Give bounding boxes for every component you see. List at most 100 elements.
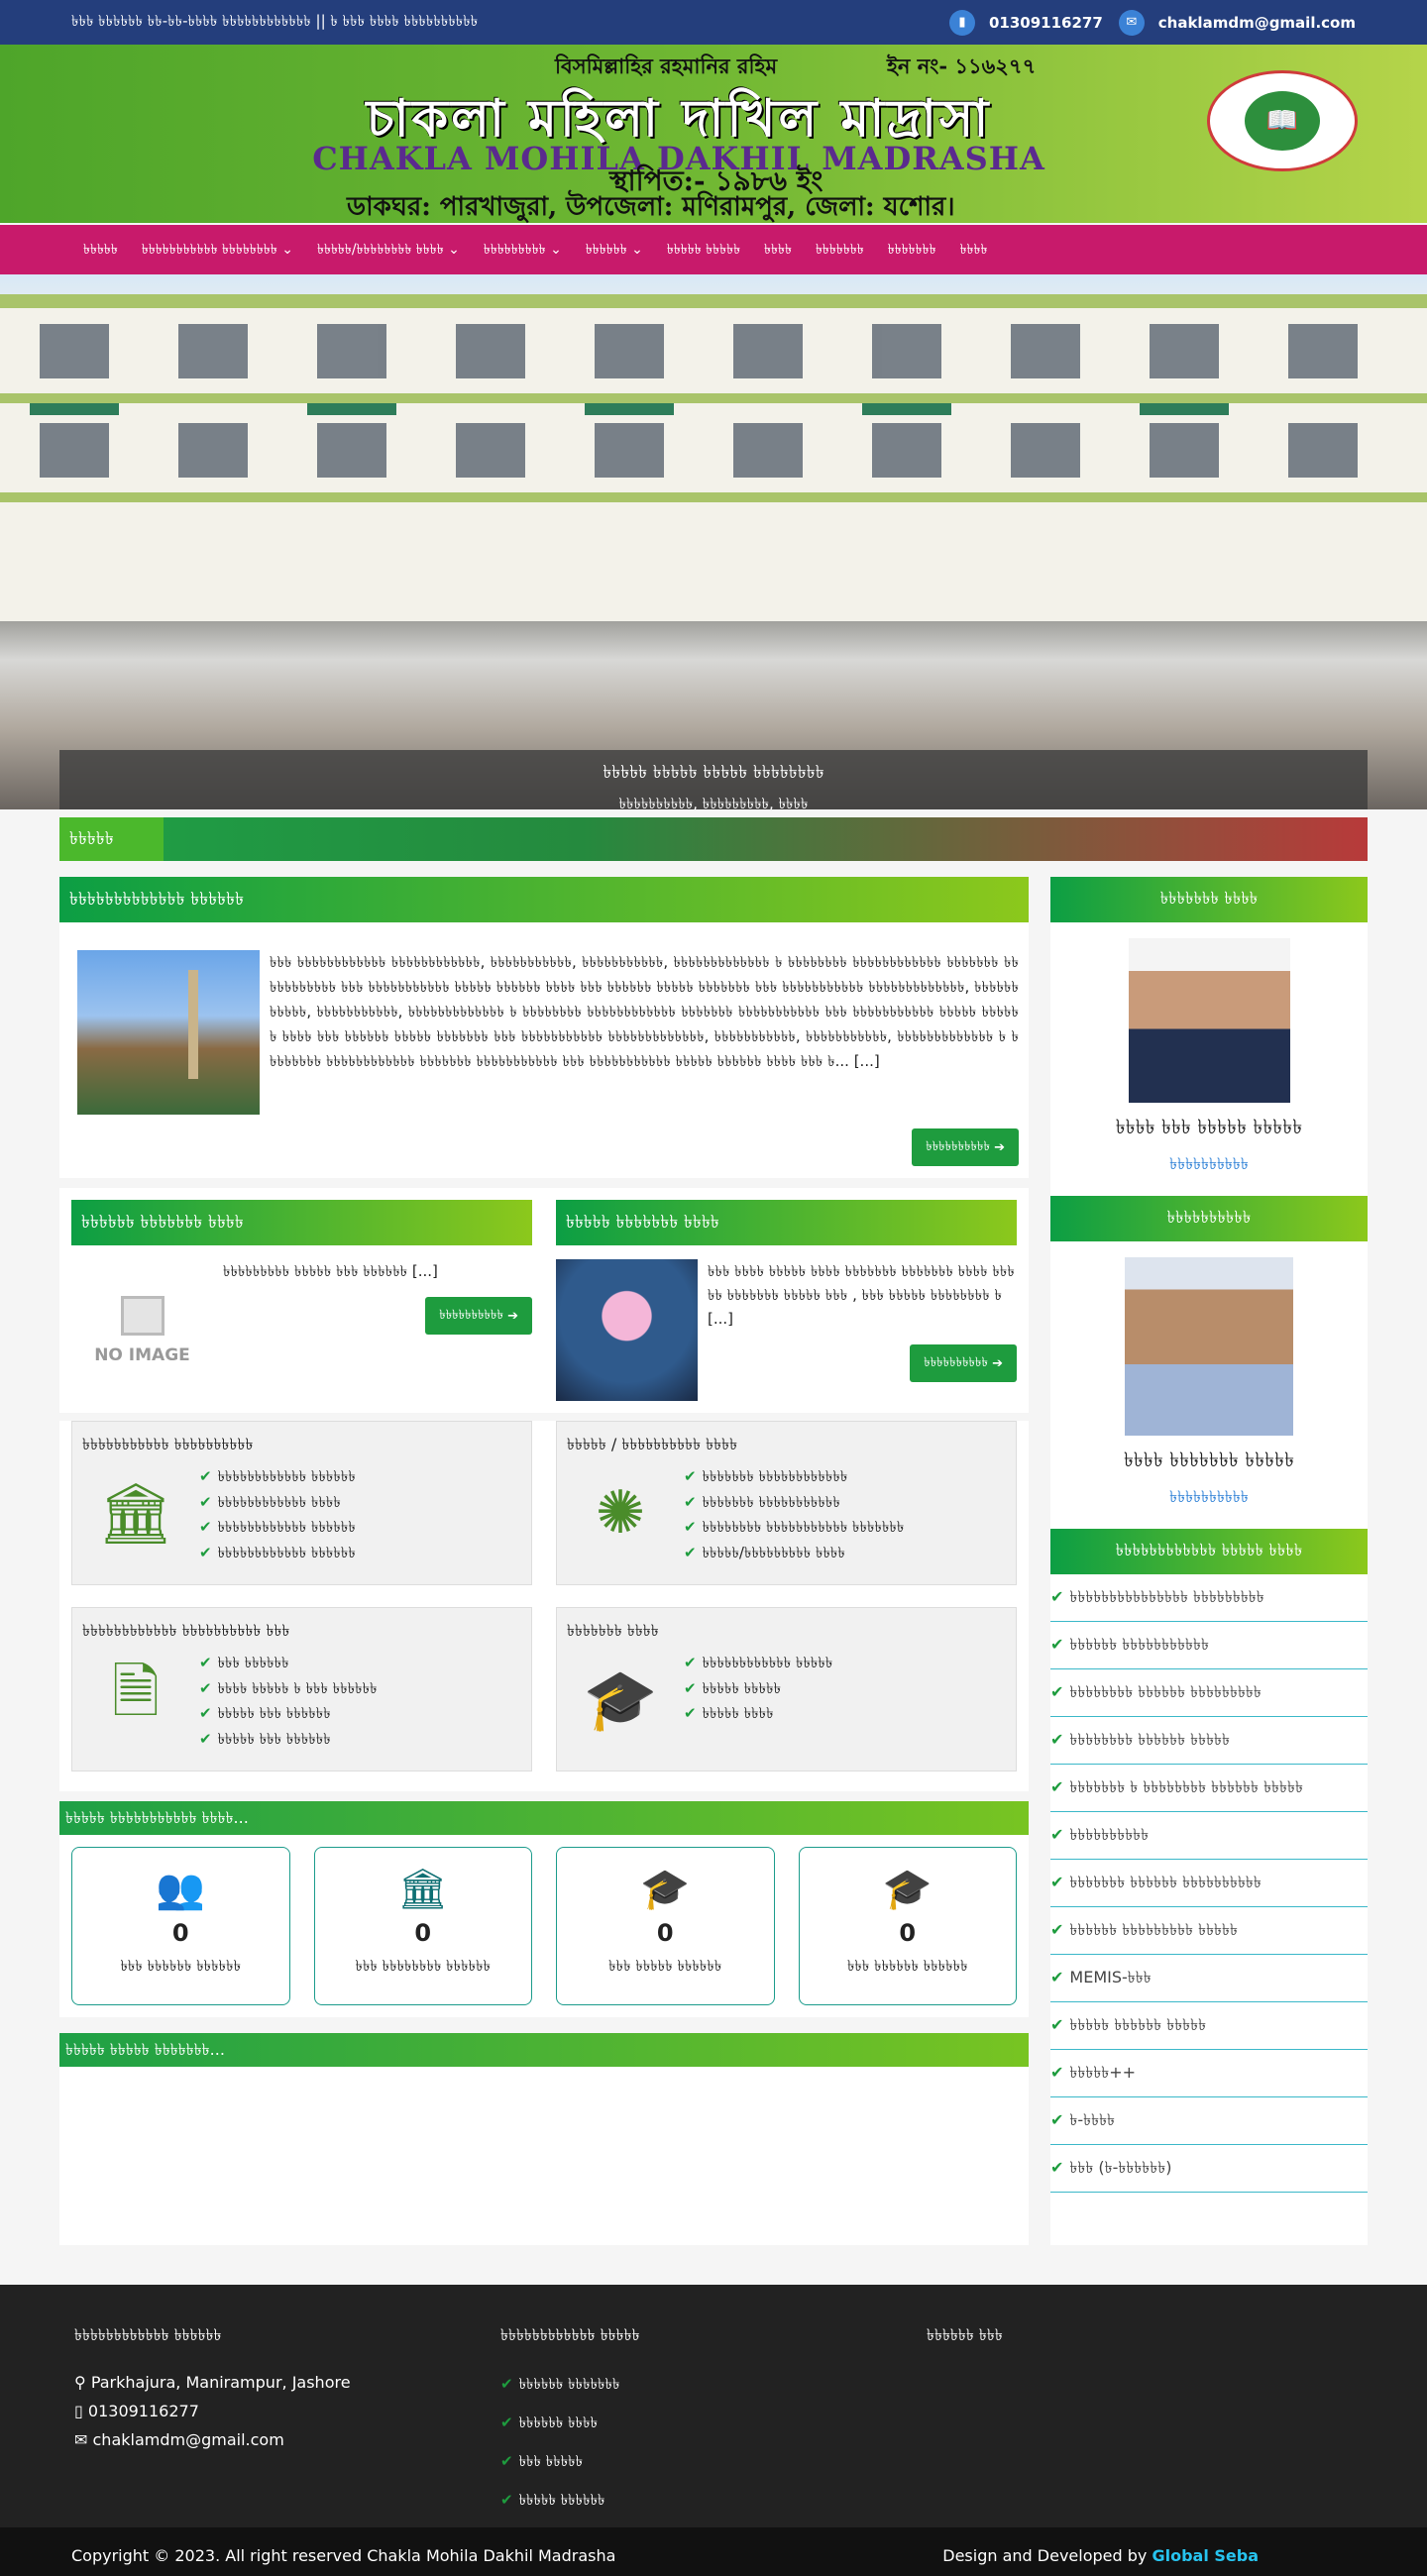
footer-link[interactable]: ✔ ৳৳৳৳৳৳ ৳৳৳৳	[500, 2412, 927, 2436]
check-icon: ✔	[1050, 2158, 1064, 2177]
stats-title: ৳৳৳৳৳ ৳৳৳৳৳৳৳৳৳৳৳ ৳৳৳৳...	[59, 1801, 1029, 1835]
book-icon: 📖	[1245, 91, 1320, 151]
chair-read-more-button[interactable]: ৳৳৳৳৳৳৳৳৳৳ ➔	[425, 1297, 532, 1335]
check-icon: ✔	[684, 1543, 697, 1561]
stat-label: ৳৳৳ ৳৳৳৳৳ ৳৳৳৳৳৳	[608, 1957, 722, 1975]
copyright-text: Copyright © 2023. All right reserved Cha…	[71, 2545, 616, 2565]
check-icon: ✔	[199, 1543, 212, 1561]
check-icon: ✔	[1050, 1873, 1064, 1891]
info-box-link[interactable]: ✔ ৳৳৳৳৳৳৳৳৳৳৳৳ ৳৳৳৳৳৳	[199, 1541, 356, 1566]
info-box-link[interactable]: ✔ ৳৳৳৳ ৳৳৳৳৳ ৳ ৳৳৳ ৳৳৳৳৳৳	[199, 1676, 378, 1702]
check-icon: ✔	[684, 1518, 697, 1536]
check-icon: ✔	[1050, 2063, 1064, 2082]
check-icon: ✔	[500, 2375, 513, 2393]
head-designation[interactable]: ৳৳৳৳৳৳৳৳৳৳	[1050, 1484, 1368, 1511]
nav-item[interactable]: ৳৳৳৳৳৳৳৳৳ ⌄	[472, 238, 574, 262]
info-box-link[interactable]: ✔ ৳৳৳৳৳ ৳৳৳৳৳	[684, 1676, 832, 1702]
important-link[interactable]: ✔ ৳৳৳ (৳-৳৳৳৳৳৳)	[1050, 2145, 1368, 2193]
topbar-marquee: ৳৳৳ ৳৳৳৳৳৳ ৳৳-৳৳-৳৳৳৳ ৳৳৳৳৳৳৳৳৳৳৳৳ || ৳ …	[71, 12, 479, 30]
important-links-title: ৳৳৳৳৳৳৳৳৳৳৳৳ ৳৳৳৳৳ ৳৳৳৳	[1050, 1529, 1368, 1574]
info-box-link[interactable]: ✔ ৳৳৳৳৳৳৳৳৳৳৳৳ ৳৳৳৳৳৳	[199, 1464, 356, 1490]
info-box: ৳৳৳৳৳৳৳৳৳৳৳৳ ৳৳৳৳৳৳৳৳৳৳ ৳৳৳ 🗎 ✔ ৳৳৳ ৳৳৳৳৳৳ ✔…	[71, 1607, 532, 1771]
developer-link[interactable]: Global Seba	[1152, 2546, 1259, 2565]
nav-item[interactable]: ৳৳৳৳	[752, 238, 804, 262]
important-link[interactable]: ✔ ৳৳৳৳৳৳৳৳৳৳	[1050, 1812, 1368, 1860]
check-icon: ✔	[1050, 1825, 1064, 1844]
stat-value: 0	[656, 1919, 674, 1947]
flower-image	[556, 1259, 698, 1401]
stat-card: 🎓 0 ৳৳৳ ৳৳৳৳৳৳ ৳৳৳৳৳৳	[798, 1847, 1017, 2005]
info-box-link[interactable]: ✔ ৳৳৳৳৳৳৳৳৳৳৳৳ ৳৳৳৳৳৳	[199, 1515, 356, 1541]
important-link[interactable]: ✔ ৳-৳৳৳৳	[1050, 2097, 1368, 2145]
check-icon: ✔	[1050, 1920, 1064, 1939]
topbar-phone[interactable]: 01309116277	[989, 14, 1103, 32]
important-link[interactable]: ✔ ৳৳৳৳৳৳৳ ৳ ৳৳৳৳৳৳৳৳ ৳৳৳৳৳৳ ৳৳৳৳৳	[1050, 1765, 1368, 1812]
check-icon: ✔	[1050, 1635, 1064, 1654]
notice-label: ৳৳৳৳৳	[59, 817, 164, 861]
head-profile: ৳৳৳৳ ৳৳৳৳৳৳৳ ৳৳৳৳৳ ৳৳৳৳৳৳৳৳৳৳	[1050, 1241, 1368, 1529]
info-box-link[interactable]: ✔ ৳৳৳ ৳৳৳৳৳৳	[199, 1651, 378, 1676]
chair-designation[interactable]: ৳৳৳৳৳৳৳৳৳৳	[1050, 1151, 1368, 1178]
footer-link[interactable]: ✔ ৳৳৳ ৳৳৳৳৳	[500, 2450, 927, 2475]
footer-link[interactable]: ✔ ৳৳৳৳৳৳ ৳৳৳৳৳৳৳	[500, 2373, 927, 2398]
hero-banner: ৳৳৳৳৳ ৳৳৳৳৳ ৳৳৳৳৳ ৳৳৳৳৳৳৳৳ ৳৳৳৳৳৳৳৳৳৳, ৳…	[0, 274, 1427, 809]
site-logo[interactable]: 📖	[1207, 70, 1358, 171]
nav-item[interactable]: ৳৳৳৳৳/৳৳৳৳৳৳৳৳ ৳৳৳৳ ⌄	[305, 238, 472, 262]
bank-icon: 🏛	[397, 1867, 449, 1912]
important-link[interactable]: ✔ MEMIS-৳৳৳	[1050, 1955, 1368, 2002]
footer-contact: ৳৳৳৳৳৳৳৳৳৳৳৳ ৳৳৳৳৳৳ ⚲ Parkhajura, Manira…	[74, 2322, 500, 2527]
photo-gallery	[59, 2067, 1029, 2245]
stat-value: 0	[171, 1919, 189, 1947]
nav-item[interactable]: ৳৳৳৳৳ ৳৳৳৳৳	[655, 238, 752, 262]
important-link[interactable]: ✔ ৳৳৳৳৳৳৳৳ ৳৳৳৳৳৳ ৳৳৳৳৳	[1050, 1717, 1368, 1765]
nav-item[interactable]: ৳৳৳৳৳৳ ⌄	[574, 238, 655, 262]
info-box-link[interactable]: ✔ ৳৳৳৳৳৳৳৳৳৳৳৳ ৳৳৳৳৳	[684, 1651, 832, 1676]
important-link[interactable]: ✔ ৳৳৳৳৳++	[1050, 2050, 1368, 2097]
banner-caption: ৳৳৳৳৳ ৳৳৳৳৳ ৳৳৳৳৳ ৳৳৳৳৳৳৳৳ ৳৳৳৳৳৳৳৳৳৳, ৳…	[59, 750, 1368, 809]
important-link[interactable]: ✔ ৳৳৳৳৳৳ ৳৳৳৳৳৳৳৳৳৳৳	[1050, 1622, 1368, 1669]
info-box-link[interactable]: ✔ ৳৳৳৳৳ ৳৳৳৳	[684, 1701, 832, 1727]
copyright-bar: Copyright © 2023. All right reserved Cha…	[0, 2527, 1427, 2576]
nav-item[interactable]: ৳৳৳৳৳৳৳	[804, 238, 876, 262]
intro-read-more-button[interactable]: ৳৳৳৳৳৳৳৳৳৳ ➔	[912, 1128, 1019, 1166]
nav-item[interactable]: ৳৳৳৳	[948, 238, 1000, 262]
info-box-link[interactable]: ✔ ৳৳৳৳৳ ৳৳৳ ৳৳৳৳৳৳	[199, 1701, 378, 1727]
head-title: ৳৳৳৳৳৳৳৳৳৳	[1050, 1196, 1368, 1241]
info-box-link[interactable]: ✔ ৳৳৳৳৳/৳৳৳৳৳৳৳৳৳ ৳৳৳৳	[684, 1541, 904, 1566]
important-link[interactable]: ✔ ৳৳৳৳৳ ৳৳৳৳৳৳ ৳৳৳৳৳	[1050, 2002, 1368, 2050]
info-box-link[interactable]: ✔ ৳৳৳৳৳৳৳ ৳৳৳৳৳৳৳৳৳৳৳	[684, 1490, 904, 1516]
check-icon: ✔	[1050, 1968, 1064, 1986]
institution-icon: 🏛	[97, 1478, 174, 1549]
envelope-icon: ✉	[1118, 9, 1145, 36]
head-read-more-button[interactable]: ৳৳৳৳৳৳৳৳৳৳ ➔	[910, 1344, 1017, 1382]
banner-caption-title: ৳৳৳৳৳ ৳৳৳৳৳ ৳৳৳৳৳ ৳৳৳৳৳৳৳৳	[603, 762, 824, 783]
check-icon: ✔	[684, 1678, 697, 1697]
info-box-link[interactable]: ✔ ৳৳৳৳৳৳৳ ৳৳৳৳৳৳৳৳৳৳৳৳	[684, 1464, 904, 1490]
info-box-link[interactable]: ✔ ৳৳৳৳৳৳৳৳ ৳৳৳৳৳৳৳৳৳৳৳ ৳৳৳৳৳৳৳	[684, 1515, 904, 1541]
info-box-link[interactable]: ✔ ৳৳৳৳৳ ৳৳৳ ৳৳৳৳৳৳	[199, 1727, 378, 1753]
left-column: ৳৳৳৳৳৳৳৳৳৳৳৳৳ ৳৳৳৳৳৳ ৳৳৳ ৳৳৳৳৳৳৳৳৳৳৳৳ ৳৳…	[59, 877, 1029, 2245]
right-sidebar: ৳৳৳৳৳৳৳ ৳৳৳৳ ৳৳৳৳ ৳৳৳ ৳৳৳৳৳ ৳৳৳৳৳ ৳৳৳৳৳৳…	[1050, 877, 1368, 2245]
nav-item[interactable]: ৳৳৳৳৳৳৳	[876, 238, 948, 262]
topbar-email[interactable]: chaklamdm@gmail.com	[1158, 14, 1356, 32]
important-link[interactable]: ✔ ৳৳৳৳৳৳ ৳৳৳৳৳৳৳৳৳ ৳৳৳৳৳	[1050, 1907, 1368, 1955]
nav-item[interactable]: ৳৳৳৳৳	[71, 238, 130, 262]
footer-phone[interactable]: 01309116277	[88, 2402, 199, 2420]
chair-name: ৳৳৳৳ ৳৳৳ ৳৳৳৳৳ ৳৳৳৳৳	[1115, 1115, 1303, 1138]
footer-social-title: ৳৳৳৳৳৳ ৳৳৳	[927, 2325, 1003, 2344]
check-icon: ✔	[500, 2491, 513, 2509]
footer-links-title: ৳৳৳৳৳৳৳৳৳৳৳৳ ৳৳৳৳৳	[500, 2325, 640, 2344]
head-name: ৳৳৳৳ ৳৳৳৳৳৳৳ ৳৳৳৳৳	[1123, 1448, 1295, 1471]
footer-email[interactable]: chaklamdm@gmail.com	[93, 2430, 284, 2449]
footer-link[interactable]: ✔ ৳৳৳৳৳ ৳৳৳৳৳৳	[500, 2489, 927, 2514]
important-link[interactable]: ✔ ৳৳৳৳৳৳৳ ৳৳৳৳৳৳ ৳৳৳৳৳৳৳৳৳৳	[1050, 1860, 1368, 1907]
documents-icon: 🗎	[111, 1658, 161, 1727]
stat-label: ৳৳৳ ৳৳৳৳৳৳৳৳ ৳৳৳৳৳৳	[355, 1957, 492, 1975]
info-box-link[interactable]: ✔ ৳৳৳৳৳৳৳৳৳৳৳৳ ৳৳৳৳	[199, 1490, 356, 1516]
nav-item[interactable]: ৳৳৳৳৳৳৳৳৳৳৳ ৳৳৳৳৳৳৳৳ ⌄	[130, 238, 305, 262]
important-link[interactable]: ✔ ৳৳৳৳৳৳৳৳ ৳৳৳৳৳৳ ৳৳৳৳৳৳৳৳৳	[1050, 1669, 1368, 1717]
important-link[interactable]: ✔ ৳৳৳৳৳৳৳৳৳৳৳৳৳৳৳ ৳৳৳৳৳৳৳৳৳	[1050, 1574, 1368, 1622]
messages-row: ৳৳৳৳৳৳ ৳৳৳৳৳৳৳ ৳৳৳৳ NO IMAGE ৳৳৳৳৳৳৳৳৳ ৳…	[59, 1188, 1029, 1413]
check-icon: ✔	[1050, 2110, 1064, 2129]
chair-profile: ৳৳৳৳ ৳৳৳ ৳৳৳৳৳ ৳৳৳৳৳ ৳৳৳৳৳৳৳৳৳৳	[1050, 922, 1368, 1196]
